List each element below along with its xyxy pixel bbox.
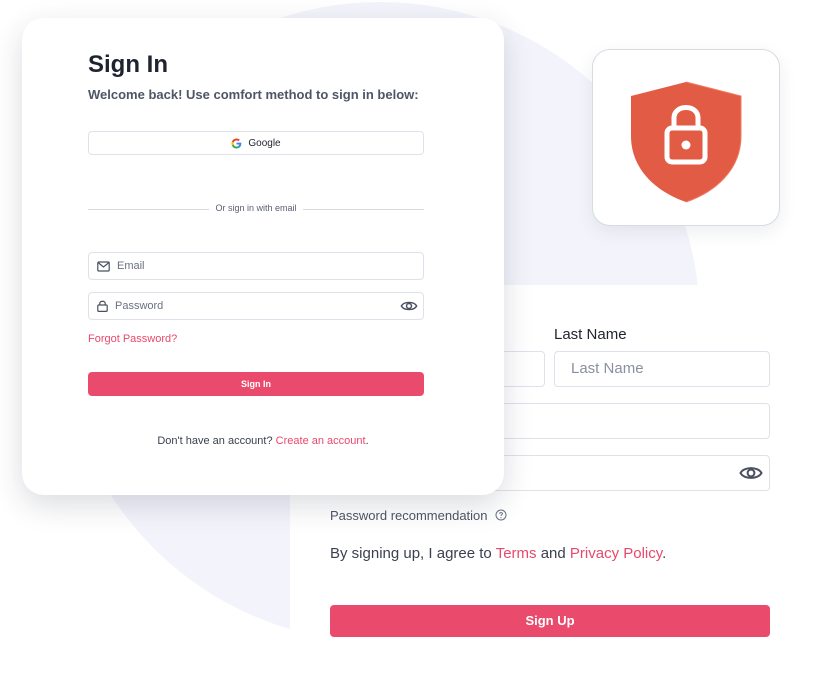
eye-icon[interactable] — [400, 298, 418, 314]
divider: Or sign in with email — [88, 203, 424, 215]
account-prompt-text: Don't have an account? — [157, 435, 273, 447]
agree-prefix: By signing up, I agree to — [330, 545, 492, 562]
password-placeholder: Password — [115, 300, 164, 312]
eye-icon[interactable] — [739, 462, 763, 484]
signin-card: Sign In Welcome back! Use comfort method… — [22, 18, 504, 495]
lock-icon — [97, 300, 108, 312]
divider-text: Or sign in with email — [209, 203, 303, 213]
email-input[interactable]: Email — [88, 252, 424, 280]
privacy-policy-link[interactable]: Privacy Policy — [570, 545, 662, 562]
google-icon — [231, 137, 242, 149]
last-name-label: Last Name — [554, 326, 627, 343]
page-subtitle: Welcome back! Use comfort method to sign… — [88, 87, 419, 102]
help-circle-icon[interactable] — [495, 509, 507, 521]
google-label: Google — [248, 137, 281, 149]
forgot-password-link[interactable]: Forgot Password? — [88, 333, 177, 345]
password-input[interactable]: Password — [88, 292, 424, 320]
and-text: and — [540, 545, 566, 562]
agree-suffix: . — [662, 545, 667, 562]
account-prompt-suffix: . — [365, 435, 369, 447]
sign-in-button[interactable]: Sign In — [88, 372, 424, 396]
create-account-link[interactable]: Create an account — [276, 435, 366, 447]
terms-link[interactable]: Terms — [496, 545, 537, 562]
agreement-text: By signing up, I agree to Terms and Priv… — [330, 545, 666, 562]
last-name-field[interactable]: Last Name — [554, 351, 770, 387]
sign-up-button[interactable]: Sign Up — [330, 605, 770, 637]
shield-card — [592, 49, 780, 226]
google-signin-button[interactable]: Google — [88, 131, 424, 155]
password-recommendation: Password recommendation — [330, 508, 488, 523]
shield-lock-icon — [631, 81, 742, 203]
mail-icon — [97, 260, 110, 272]
page-title: Sign In — [88, 51, 168, 78]
email-placeholder: Email — [117, 260, 145, 272]
account-prompt: Don't have an account? Create an account… — [22, 435, 504, 447]
